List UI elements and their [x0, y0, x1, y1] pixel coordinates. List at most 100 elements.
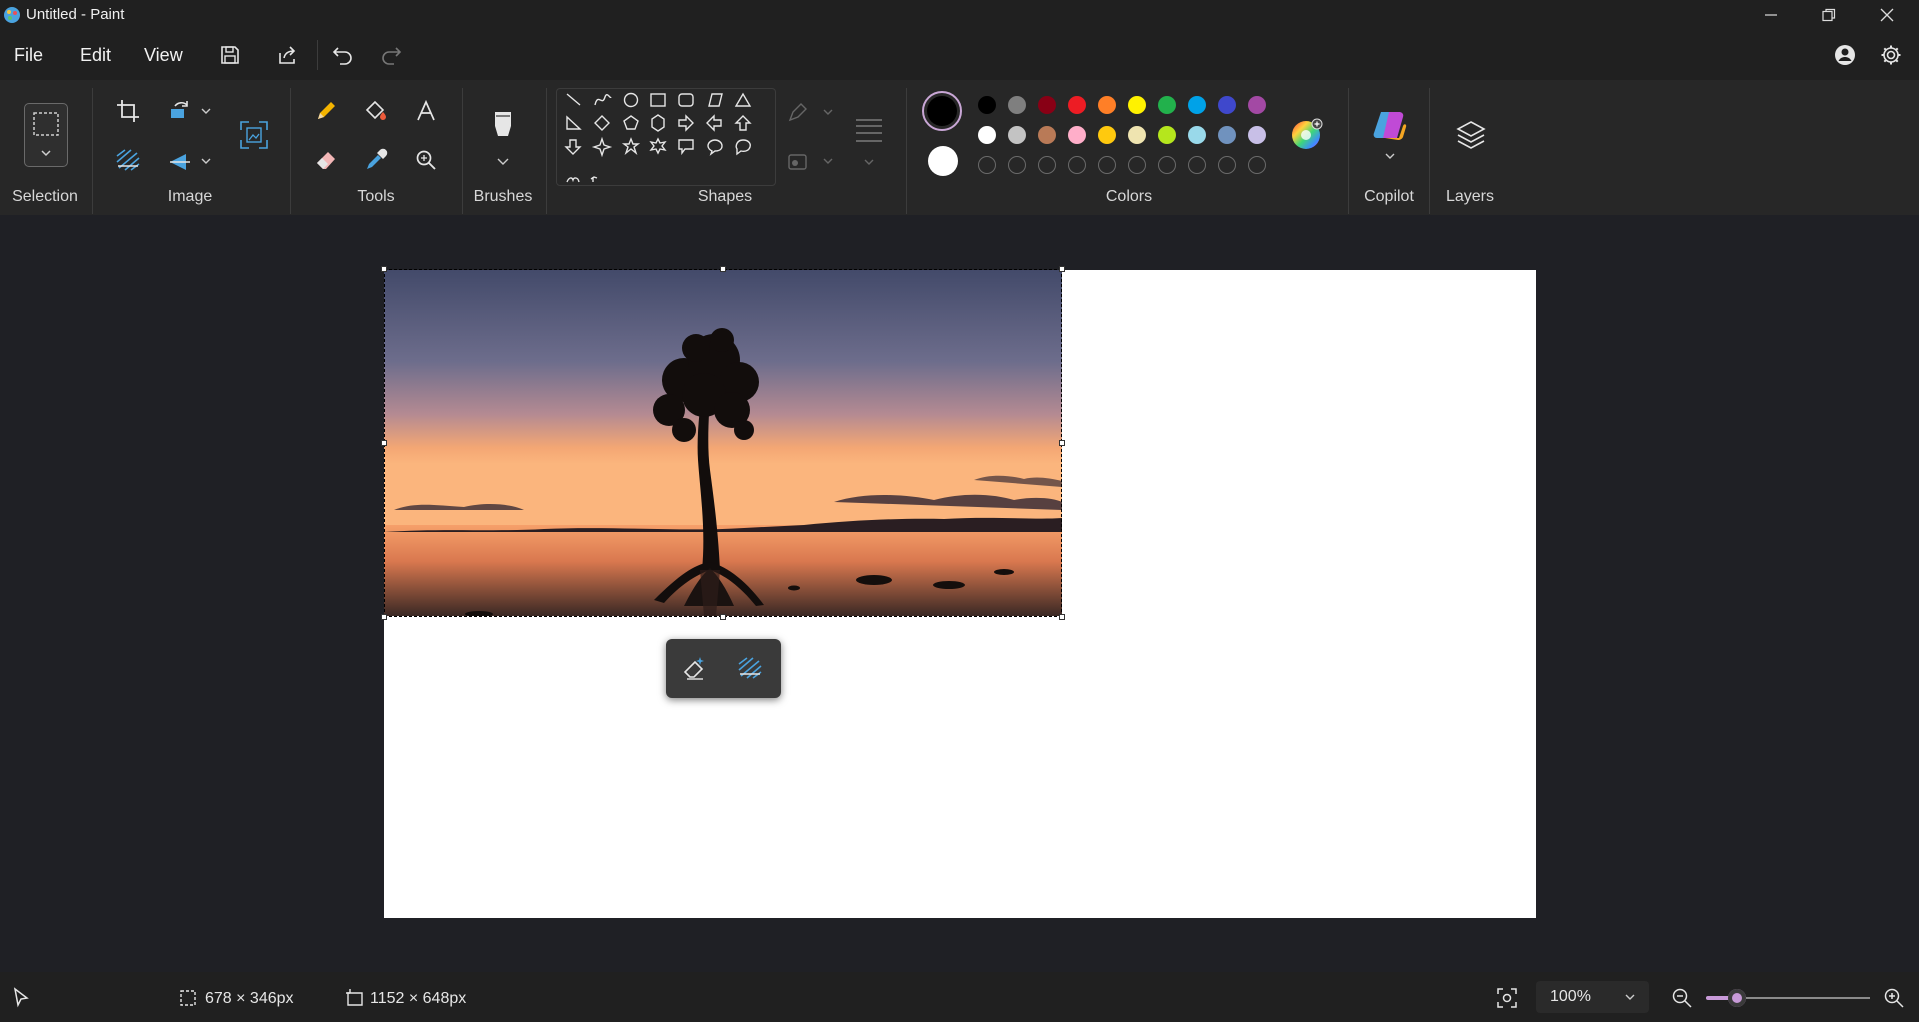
- polygon-shape-icon[interactable]: [708, 93, 723, 107]
- color-swatch[interactable]: [1038, 126, 1056, 144]
- five-point-star-shape-icon[interactable]: [621, 137, 641, 156]
- rectangular-callout-shape-icon[interactable]: [678, 139, 694, 156]
- curve-shape-icon[interactable]: [594, 94, 612, 106]
- lightning-shape-icon[interactable]: [590, 176, 598, 182]
- select-tool-button[interactable]: [24, 103, 68, 167]
- oval-shape-icon[interactable]: [623, 92, 639, 108]
- right-arrow-shape-icon[interactable]: [678, 114, 694, 132]
- crop-button[interactable]: [111, 94, 145, 128]
- zoom-in-button[interactable]: [1877, 981, 1911, 1015]
- four-point-star-shape-icon[interactable]: [591, 136, 613, 158]
- color-swatch[interactable]: [1098, 96, 1116, 114]
- oval-callout-shape-icon[interactable]: [707, 139, 723, 156]
- rounded-rectangle-shape-icon[interactable]: [678, 93, 694, 107]
- color-swatch[interactable]: [1188, 126, 1206, 144]
- rotate-dropdown[interactable]: [200, 105, 212, 117]
- hexagon-shape-icon[interactable]: [651, 114, 665, 132]
- color-swatch[interactable]: [1158, 126, 1176, 144]
- close-button[interactable]: [1858, 0, 1916, 30]
- outline-button[interactable]: [786, 100, 834, 126]
- cloud-callout-shape-icon[interactable]: [735, 139, 751, 156]
- fill-button[interactable]: [359, 94, 393, 128]
- menu-view[interactable]: View: [144, 45, 183, 66]
- zoom-slider[interactable]: [1706, 988, 1870, 1008]
- selection-handle-top-left[interactable]: [381, 266, 387, 272]
- generative-erase-button[interactable]: [678, 651, 712, 685]
- color-swatch[interactable]: [1008, 126, 1026, 144]
- pencil-button[interactable]: [309, 94, 343, 128]
- custom-color-slot[interactable]: [1008, 156, 1026, 174]
- color-swatch[interactable]: [1218, 96, 1236, 114]
- eraser-button[interactable]: [309, 143, 343, 177]
- secondary-color-button[interactable]: [928, 146, 958, 176]
- color-swatch[interactable]: [1128, 96, 1146, 114]
- color-swatch[interactable]: [1068, 126, 1086, 144]
- selection-handle-left[interactable]: [381, 440, 387, 446]
- zoom-level-dropdown[interactable]: 100%: [1536, 981, 1649, 1013]
- shape-fill-button[interactable]: [786, 149, 834, 175]
- resize-button[interactable]: [237, 118, 271, 152]
- remove-background-selection-button[interactable]: [733, 651, 767, 685]
- pasted-image[interactable]: [384, 270, 1062, 616]
- copilot-button[interactable]: [1371, 106, 1409, 164]
- rotate-button[interactable]: [162, 94, 196, 128]
- custom-color-slot[interactable]: [1068, 156, 1086, 174]
- custom-color-slot[interactable]: [978, 156, 996, 174]
- selection-handle-bottom[interactable]: [720, 614, 726, 620]
- selection-handle-top[interactable]: [720, 266, 726, 272]
- magnifier-button[interactable]: [409, 143, 443, 177]
- custom-color-slot[interactable]: [1218, 156, 1236, 174]
- layers-button[interactable]: [1454, 118, 1488, 152]
- selection-handle-bottom-left[interactable]: [381, 614, 387, 620]
- custom-color-slot[interactable]: [1038, 156, 1056, 174]
- heart-shape-icon[interactable]: [566, 177, 580, 183]
- save-button[interactable]: [213, 40, 247, 70]
- menu-edit[interactable]: Edit: [80, 45, 111, 66]
- color-swatch[interactable]: [1008, 96, 1026, 114]
- right-triangle-shape-icon[interactable]: [566, 115, 582, 130]
- line-shape-icon[interactable]: [566, 93, 581, 106]
- selection-handle-right[interactable]: [1059, 440, 1065, 446]
- color-swatch[interactable]: [1098, 126, 1116, 144]
- color-swatch[interactable]: [1128, 126, 1146, 144]
- color-picker-button[interactable]: [359, 143, 393, 177]
- rectangle-shape-icon[interactable]: [650, 93, 666, 107]
- triangle-shape-icon[interactable]: [734, 92, 752, 107]
- undo-button[interactable]: [326, 40, 360, 70]
- diamond-shape-icon[interactable]: [594, 115, 610, 131]
- custom-color-slot[interactable]: [1128, 156, 1146, 174]
- color-swatch[interactable]: [1068, 96, 1086, 114]
- brushes-button[interactable]: [486, 100, 520, 170]
- color-swatch[interactable]: [1218, 126, 1236, 144]
- color-swatch[interactable]: [978, 126, 996, 144]
- menu-file[interactable]: File: [14, 45, 43, 66]
- color-swatch[interactable]: [1248, 96, 1266, 114]
- six-point-star-shape-icon[interactable]: [649, 137, 667, 155]
- settings-button[interactable]: [1874, 40, 1908, 70]
- color-swatch[interactable]: [978, 96, 996, 114]
- fit-to-window-button[interactable]: [1490, 981, 1524, 1015]
- selection-handle-bottom-right[interactable]: [1059, 614, 1065, 620]
- down-arrow-shape-icon[interactable]: [564, 139, 582, 155]
- primary-color-button[interactable]: [922, 91, 962, 131]
- custom-color-slot[interactable]: [1248, 156, 1266, 174]
- custom-color-slot[interactable]: [1098, 156, 1116, 174]
- remove-background-button[interactable]: [111, 143, 145, 177]
- up-arrow-shape-icon[interactable]: [734, 115, 752, 131]
- minimize-button[interactable]: [1742, 0, 1800, 30]
- zoom-slider-thumb[interactable]: [1727, 989, 1746, 1007]
- text-button[interactable]: [409, 94, 443, 128]
- custom-color-slot[interactable]: [1158, 156, 1176, 174]
- size-button[interactable]: [852, 114, 886, 170]
- flip-dropdown[interactable]: [200, 155, 212, 167]
- color-swatch[interactable]: [1188, 96, 1206, 114]
- profile-button[interactable]: [1828, 40, 1862, 70]
- restore-button[interactable]: [1800, 0, 1858, 30]
- flip-button[interactable]: [162, 143, 196, 177]
- pentagon-shape-icon[interactable]: [623, 115, 639, 130]
- edit-colors-button[interactable]: [1290, 117, 1324, 151]
- selection-handle-top-right[interactable]: [1059, 266, 1065, 272]
- redo-button[interactable]: [374, 40, 408, 70]
- color-swatch[interactable]: [1248, 126, 1266, 144]
- zoom-out-button[interactable]: [1665, 981, 1699, 1015]
